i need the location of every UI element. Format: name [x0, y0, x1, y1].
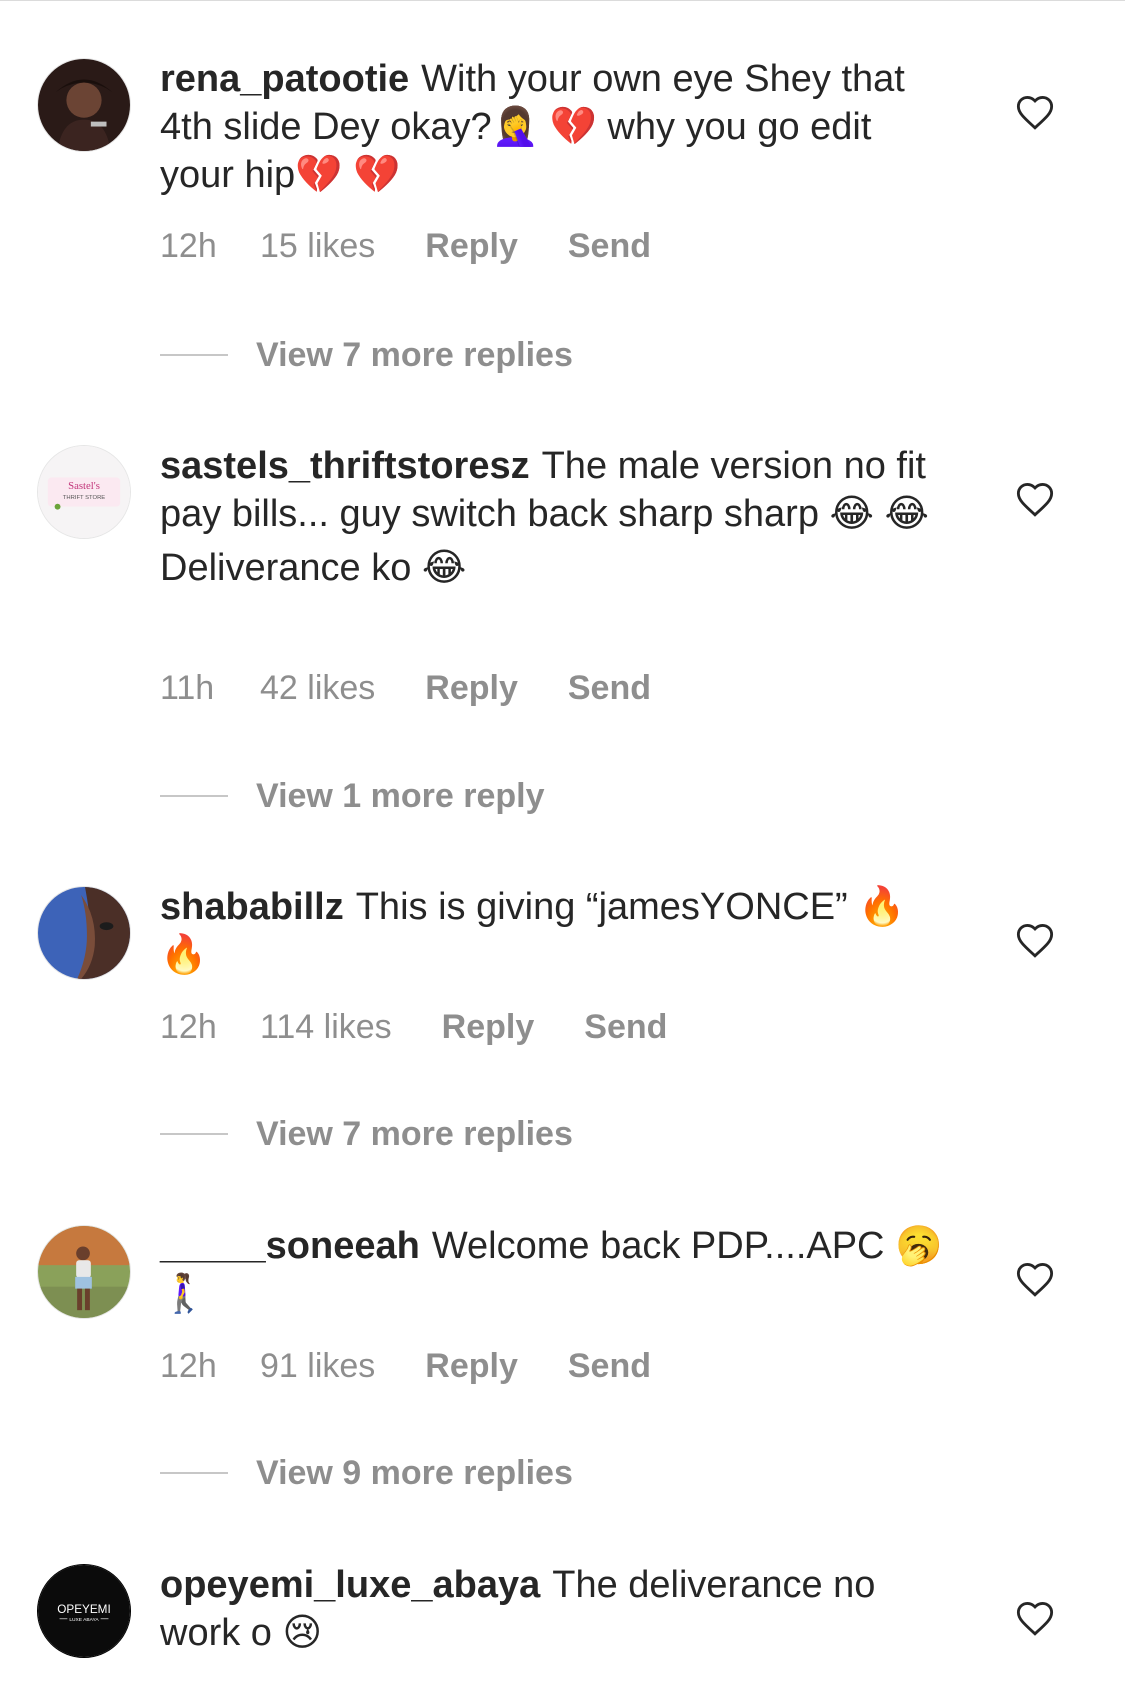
reply-button[interactable]: Reply — [442, 1003, 535, 1051]
comment-time: 12h — [160, 1347, 217, 1385]
comment-text: shababillz This is giving “jamesYONCE” 🔥 … — [160, 883, 950, 979]
comment-body-line: Deliverance ko 😂 — [160, 547, 467, 589]
reply-button[interactable]: Reply — [425, 664, 518, 712]
comment-list: rena_patootie With your own eye Shey that… — [0, 0, 1125, 1690]
avatar-image — [38, 887, 130, 979]
avatar-image: Sastel's THRIFT STORE — [38, 446, 130, 538]
view-replies-label: View 9 more replies — [256, 1454, 573, 1492]
heart-icon[interactable] — [1016, 1600, 1054, 1636]
comment-meta: 12h 114 likes Reply Send — [160, 1003, 667, 1051]
avatar-image — [38, 59, 130, 151]
view-more-replies[interactable]: View 9 more replies — [160, 1449, 573, 1497]
send-button[interactable]: Send — [568, 1342, 651, 1390]
comment-meta: 12h 91 likes Reply Send — [160, 1342, 651, 1390]
comment-username[interactable]: sastels_thriftstoresz — [160, 445, 530, 487]
replies-divider — [160, 354, 228, 357]
comment-text: _____soneeah Welcome back PDP....APC 🥱 🚶‍… — [160, 1222, 950, 1318]
view-more-replies[interactable]: View 7 more replies — [160, 1110, 573, 1158]
heart-icon[interactable] — [1016, 481, 1054, 517]
comment-text: rena_patootie With your own eye Shey that… — [160, 55, 950, 199]
heart-icon[interactable] — [1016, 1261, 1054, 1297]
comment-likes[interactable]: 42 likes — [260, 664, 375, 712]
view-more-replies[interactable]: View 7 more replies — [160, 331, 573, 379]
comment-meta: 12h 15 likes Reply Send — [160, 222, 651, 270]
replies-divider — [160, 795, 228, 798]
view-replies-label: View 7 more replies — [256, 336, 573, 374]
view-replies-label: View 7 more replies — [256, 1115, 573, 1153]
comment-meta: 11h 42 likes Reply Send — [160, 664, 651, 712]
replies-divider — [160, 1133, 228, 1136]
comment-likes[interactable]: 91 likes — [260, 1342, 375, 1390]
replies-divider — [160, 1472, 228, 1475]
avatar-logo-tagline: LUXE ABAYA — [69, 1617, 99, 1623]
avatar-logo-name: OPEYEMI — [57, 1603, 110, 1616]
heart-icon[interactable] — [1016, 94, 1054, 130]
avatar[interactable] — [37, 58, 131, 152]
reply-button[interactable]: Reply — [425, 1342, 518, 1390]
avatar[interactable] — [37, 1225, 131, 1319]
comment-time: 12h — [160, 1008, 217, 1046]
view-more-replies[interactable]: View 1 more reply — [160, 772, 545, 820]
comment-time: 11h — [160, 669, 215, 707]
avatar-logo: OPEYEMI LUXE ABAYA — [38, 1565, 130, 1657]
comment-username[interactable]: _____soneeah — [160, 1225, 420, 1267]
send-button[interactable]: Send — [584, 1003, 667, 1051]
comment-likes[interactable]: 114 likes — [260, 1003, 392, 1051]
comment-username[interactable]: opeyemi_luxe_abaya — [160, 1564, 540, 1606]
comment-likes[interactable]: 15 likes — [260, 222, 375, 270]
view-replies-label: View 1 more reply — [256, 777, 545, 815]
svg-text:Sastel's: Sastel's — [68, 480, 100, 492]
reply-button[interactable]: Reply — [425, 222, 518, 270]
comment-text: opeyemi_luxe_abaya The deliverance no wor… — [160, 1561, 950, 1657]
send-button[interactable]: Send — [568, 222, 651, 270]
avatar[interactable]: OPEYEMI LUXE ABAYA — [37, 1564, 131, 1658]
comment-username[interactable]: shababillz — [160, 886, 344, 928]
comment-time: 12h — [160, 227, 217, 265]
comment-text: sastels_thriftstoresz The male version no… — [160, 442, 950, 592]
heart-icon[interactable] — [1016, 922, 1054, 958]
avatar[interactable] — [37, 886, 131, 980]
send-button[interactable]: Send — [568, 664, 651, 712]
comment-username[interactable]: rena_patootie — [160, 58, 409, 100]
avatar-image — [38, 1226, 130, 1318]
avatar[interactable]: Sastel's THRIFT STORE — [37, 445, 131, 539]
svg-text:THRIFT STORE: THRIFT STORE — [63, 495, 106, 501]
